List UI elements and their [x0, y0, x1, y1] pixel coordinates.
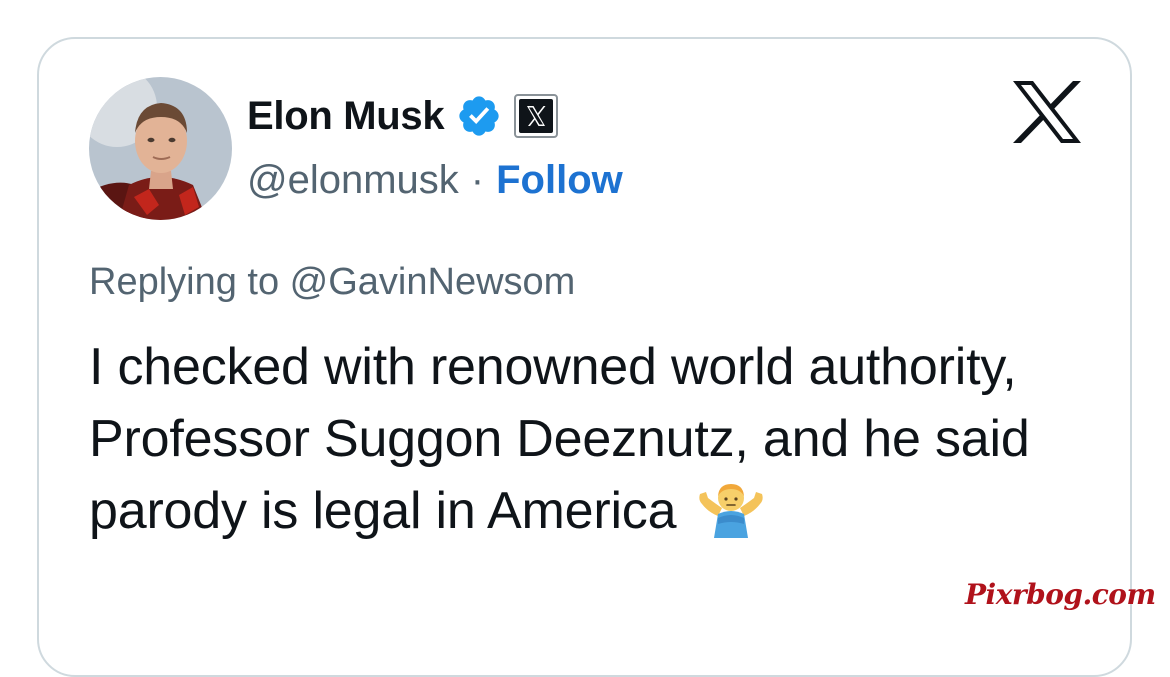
x-affiliate-badge-icon	[514, 94, 559, 138]
follow-button[interactable]: Follow	[496, 158, 623, 203]
separator-dot: ·	[470, 157, 485, 202]
author-handle[interactable]: @elonmusk	[247, 158, 459, 203]
x-logo-icon[interactable]	[1011, 79, 1083, 145]
avatar[interactable]	[89, 77, 232, 220]
replying-to-line: Replying to @GavinNewsom	[89, 261, 576, 303]
tweet-text-block: I checked with renowned world authority,…	[89, 331, 1089, 547]
author-name-row: Elon Musk	[247, 91, 559, 141]
watermark: Pixrbog.com	[965, 578, 1156, 611]
profile-photo	[89, 77, 232, 220]
person-shrugging-icon	[694, 478, 768, 538]
display-name[interactable]: Elon Musk	[247, 94, 445, 139]
author-handle-row: @elonmusk · Follow	[247, 155, 623, 205]
verified-badge-icon	[456, 93, 502, 139]
tweet-text: I checked with renowned world authority,…	[89, 338, 1030, 540]
